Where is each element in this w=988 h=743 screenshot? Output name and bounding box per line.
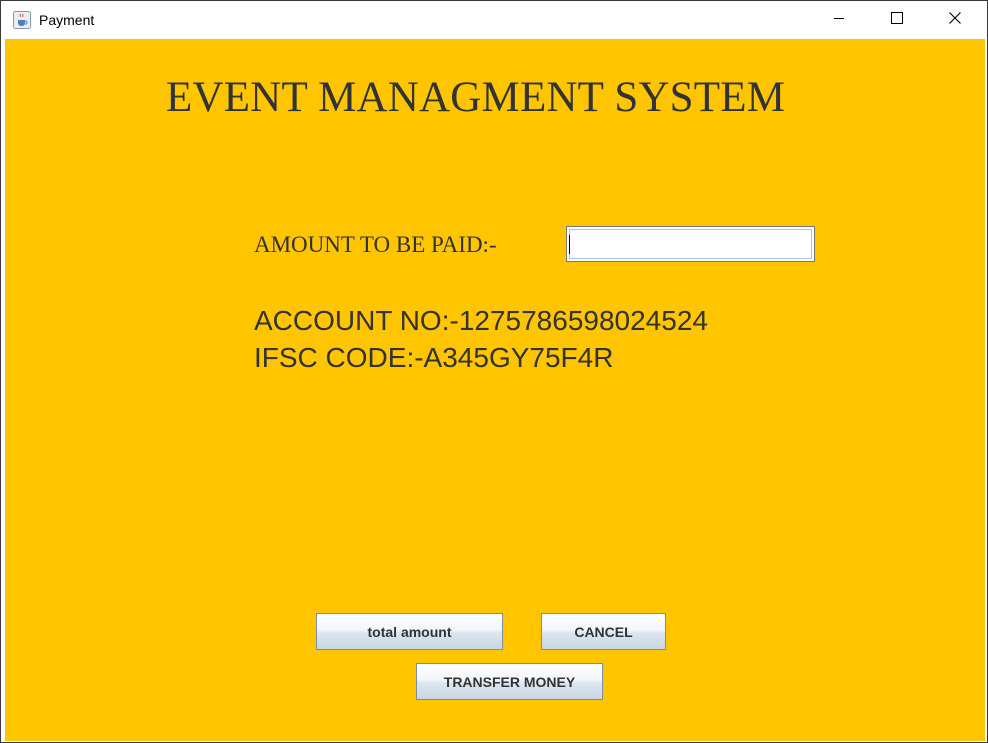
close-icon xyxy=(949,11,961,29)
maximize-icon xyxy=(891,11,903,29)
total-amount-button[interactable]: total amount xyxy=(316,613,503,650)
transfer-money-button[interactable]: TRANSFER MONEY xyxy=(416,663,603,700)
close-button[interactable] xyxy=(926,2,984,38)
page-title: EVENT MANAGMENT SYSTEM xyxy=(166,74,786,121)
ifsc-code-text: IFSC CODE:-A345GY75F4R xyxy=(254,342,614,373)
window-title: Payment xyxy=(39,12,95,28)
maximize-button[interactable] xyxy=(868,2,926,38)
payment-panel: EVENT MANAGMENT SYSTEM AMOUNT TO BE PAID… xyxy=(5,39,985,741)
payment-window: Payment EVENT MANAGMENT SYSTEM AMOUNT TO… xyxy=(0,0,988,743)
amount-label: AMOUNT TO BE PAID:- xyxy=(254,232,497,257)
text-caret xyxy=(569,235,570,254)
minimize-icon xyxy=(833,11,845,29)
title-bar[interactable]: Payment xyxy=(2,2,986,38)
cancel-button[interactable]: CANCEL xyxy=(541,613,666,650)
minimize-button[interactable] xyxy=(810,2,868,38)
java-coffee-cup-icon xyxy=(13,11,31,29)
amount-input[interactable] xyxy=(566,226,815,262)
account-number-text: ACCOUNT NO:-1275786598024524 xyxy=(254,305,708,336)
